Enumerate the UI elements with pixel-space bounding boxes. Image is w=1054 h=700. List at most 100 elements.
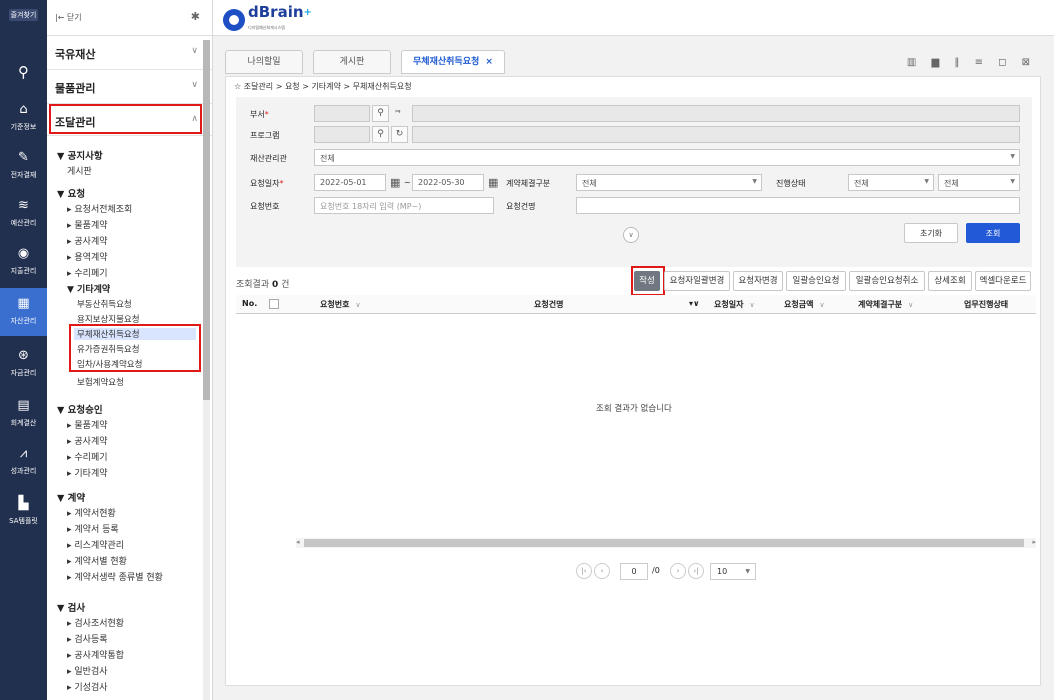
menu-item[interactable]: ▸ 일반검사 <box>67 664 108 677</box>
menu-item[interactable]: ▸ 기타계약 <box>67 466 108 479</box>
nav-fund[interactable]: ⊛ 자금관리 <box>0 346 47 378</box>
main-area: dBrain+ 디지털예산회계시스템 나의할일 게시판 무체재산취득요청 × ▥… <box>213 0 1054 700</box>
excel-download-button[interactable]: 엑셀다운로드 <box>975 271 1031 291</box>
close-menu-button[interactable]: |← 닫기 <box>55 12 82 23</box>
section-notice[interactable]: ▼ 공지사항 <box>57 148 103 162</box>
dept-code-field[interactable] <box>314 105 370 122</box>
nav-accounting[interactable]: ▤ 회계결산 <box>0 396 47 428</box>
search-button[interactable]: 조회 <box>966 223 1020 243</box>
cancel-bulk-approve-button[interactable]: 일괄승인요청취소 <box>849 271 925 291</box>
menu-item[interactable]: ▸ 검사조서현황 <box>67 616 124 629</box>
asset-org-select[interactable]: 전체 ▼ <box>314 149 1020 166</box>
menu-subitem[interactable]: 보험계약요청 <box>77 376 124 388</box>
menu-item[interactable]: ▸ 검사등록 <box>67 632 108 645</box>
col-req-date[interactable]: 요청일자 ∨ <box>714 299 755 310</box>
close-tab-icon[interactable]: × <box>485 57 493 67</box>
menu-item[interactable]: ▸ 계약서별 현황 <box>67 554 127 567</box>
menu-item[interactable]: ▸ 용역계약 <box>67 250 108 263</box>
nav-performance[interactable]: ⩘ 성과관리 <box>0 444 47 476</box>
bulk-change-requester-button[interactable]: 요청자일괄변경 <box>664 271 730 291</box>
nav-asset[interactable]: ▦ 자산관리 <box>0 288 47 336</box>
menu-item[interactable]: ▸ 수리폐기 <box>67 450 108 463</box>
refresh-icon[interactable]: ↻ <box>391 126 408 143</box>
menu-item[interactable]: ▸ 요청서전체조회 <box>67 202 132 215</box>
search-icon[interactable]: ⚲ <box>372 105 389 122</box>
col-contract-type[interactable]: 계약체결구분 ∨ <box>858 299 913 310</box>
menu-item[interactable]: ▸ 계약서현황 <box>67 506 116 519</box>
menu-item[interactable]: ▸ 기성검사 <box>67 680 108 693</box>
search-icon[interactable]: ⚲ <box>372 126 389 143</box>
section-request[interactable]: ▼ 요청 <box>57 186 85 200</box>
menu-item[interactable]: ▸ 공사계약통합 <box>67 648 124 661</box>
first-page-icon[interactable]: |‹ <box>576 563 592 579</box>
favorites-button[interactable]: 즐겨찾기 <box>0 4 47 26</box>
menu-group-national-property[interactable]: 국유재산 ∨ <box>47 36 212 70</box>
expand-icon[interactable]: ∨ <box>623 227 639 243</box>
status-select-1[interactable]: 전체 ▼ <box>848 174 934 191</box>
change-requester-button[interactable]: 요청자변경 <box>733 271 783 291</box>
menu-item[interactable]: ▸ 수리폐기 <box>67 266 108 279</box>
req-name-label: 요청건명 <box>506 202 536 211</box>
nav-expense[interactable]: ◉ 지출관리 <box>0 244 47 276</box>
col-req-no[interactable]: 요청번호 ∨ <box>320 299 361 310</box>
search-icon[interactable]: ⚲ <box>0 62 47 84</box>
col-req-name[interactable]: 요청건명 <box>534 299 563 310</box>
date-to-input[interactable]: 2022-05-30 <box>412 174 484 191</box>
layout-icons[interactable]: ▥ ▆ ‖ ≡ ◻ ⊠ <box>907 57 1036 68</box>
dropdown-icon: ▼ <box>1010 178 1015 185</box>
req-no-label: 요청번호 <box>250 202 280 211</box>
menu-item[interactable]: ▸ 물품계약 <box>67 418 108 431</box>
section-inspection[interactable]: ▼ 검사 <box>57 600 85 614</box>
menu-item[interactable]: ▸ 공사계약 <box>67 234 108 247</box>
nav-e-approval[interactable]: ✎ 전자결재 <box>0 148 47 180</box>
pin-icon[interactable]: ✱ <box>191 10 200 23</box>
req-name-input[interactable] <box>576 197 1020 214</box>
ledger-icon: ▤ <box>17 398 30 413</box>
menu-item[interactable]: ▸ 계약서 등록 <box>67 522 119 535</box>
grid-horizontal-scrollbar[interactable]: ◂ ▸ <box>296 538 1036 548</box>
scroll-right-icon[interactable]: ▸ <box>1032 538 1036 546</box>
menu-scrollbar-thumb[interactable] <box>203 40 210 400</box>
bulk-approve-request-button[interactable]: 일괄승인요청 <box>786 271 846 291</box>
calendar-icon[interactable]: ▦ <box>390 176 400 189</box>
next-page-icon[interactable]: › <box>670 563 686 579</box>
menu-item[interactable]: ▸ 물품계약 <box>67 218 108 231</box>
menu-item-other-contract[interactable]: ▼ 기타계약 <box>67 282 110 295</box>
scroll-left-icon[interactable]: ◂ <box>296 538 300 546</box>
detail-view-button[interactable]: 상세조회 <box>928 271 972 291</box>
program-code-field[interactable] <box>314 126 370 143</box>
col-req-amount[interactable]: 요청금액 ∨ <box>784 299 825 310</box>
asset-org-label: 재산관리관 <box>250 154 287 163</box>
col-status[interactable]: 업무진행상태 <box>964 299 1008 310</box>
tab-intangible-asset-request[interactable]: 무체재산취득요청 × <box>401 50 505 74</box>
calendar-icon[interactable]: ▦ <box>488 176 498 189</box>
nav-base-info[interactable]: ⌂ 기준정보 <box>0 100 47 132</box>
app-logo[interactable]: dBrain+ 디지털예산회계시스템 <box>223 5 312 35</box>
menu-group-goods[interactable]: 물품관리 ∨ <box>47 70 212 104</box>
col-no[interactable]: No. <box>242 299 257 308</box>
page-size-select[interactable]: 10 ▼ <box>710 563 756 580</box>
menu-item[interactable]: ▸ 리스계약관리 <box>67 538 124 551</box>
nav-budget[interactable]: ≋ 예산관리 <box>0 196 47 228</box>
filter-icon[interactable]: ▾∨ <box>689 299 700 308</box>
section-approval[interactable]: ▼ 요청승인 <box>57 402 103 416</box>
menu-item[interactable]: ▸ 공사계약 <box>67 434 108 447</box>
select-all-checkbox[interactable] <box>269 299 279 309</box>
tab-my-tasks[interactable]: 나의할일 <box>225 50 303 74</box>
page-input[interactable]: 0 <box>620 563 648 580</box>
tab-board[interactable]: 게시판 <box>313 50 391 74</box>
contract-type-select[interactable]: 전체 ▼ <box>576 174 762 191</box>
req-no-input[interactable]: 요청번호 18자리 입력 (MP~) <box>314 197 494 214</box>
menu-item-board[interactable]: 게시판 <box>67 164 92 177</box>
scrollbar-thumb[interactable] <box>304 539 1024 547</box>
status-select-2[interactable]: 전체 ▼ <box>938 174 1020 191</box>
prev-page-icon[interactable]: ‹ <box>594 563 610 579</box>
reset-button[interactable]: 초기화 <box>904 223 958 243</box>
nav-sa-template[interactable]: ▙ SA템플릿 <box>0 494 47 526</box>
menu-item[interactable]: ▸ 계약서생략 종류별 현황 <box>67 570 163 583</box>
section-contract[interactable]: ▼ 계약 <box>57 490 85 504</box>
contract-type-label: 계약체결구분 <box>506 179 551 188</box>
date-from-input[interactable]: 2022-05-01 <box>314 174 386 191</box>
last-page-icon[interactable]: ›| <box>688 563 704 579</box>
menu-subitem[interactable]: 부동산취득요청 <box>77 298 132 310</box>
